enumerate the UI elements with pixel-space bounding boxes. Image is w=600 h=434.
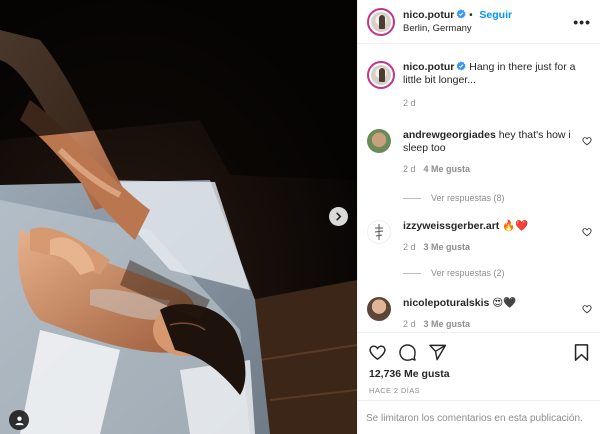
post-date[interactable]: HACE 2 DÍAS (369, 386, 420, 395)
author-avatar[interactable] (367, 7, 395, 36)
view-replies-label: Ver respuestas (2) (431, 268, 505, 278)
caption-time[interactable]: 2 d (403, 97, 592, 110)
follow-button[interactable]: Seguir (479, 9, 512, 21)
bookmark-icon[interactable] (573, 343, 590, 362)
comment-avatar[interactable] (367, 129, 391, 153)
comment-text: 🔥❤️ (502, 220, 529, 232)
comment-time[interactable]: 2 d (403, 319, 416, 329)
verified-badge-icon (456, 8, 466, 18)
likes-count[interactable]: 12,736 Me gusta (369, 368, 450, 380)
comment-icon[interactable] (398, 343, 417, 362)
photo-image (0, 0, 357, 434)
user-tag-icon (14, 415, 24, 425)
post-caption: nico.potur Hang in there just for a litt… (367, 61, 592, 110)
chevron-right-icon (336, 212, 342, 221)
heart-icon[interactable] (582, 136, 592, 146)
view-replies-button[interactable]: Ver respuestas (2) (403, 268, 505, 278)
comment-username[interactable]: izzyweissgerber.art (403, 220, 499, 232)
caption-username[interactable]: nico.potur (403, 61, 454, 73)
comment-item: andrewgeorgiades hey that's how i sleep … (367, 129, 592, 176)
comment-likes[interactable]: 3 Me gusta (424, 319, 471, 329)
share-icon[interactable] (428, 343, 447, 362)
comment-username[interactable]: andrewgeorgiades (403, 129, 496, 141)
post-location[interactable]: Berlin, Germany (403, 22, 512, 35)
separator-dot: • (469, 9, 473, 21)
next-photo-button[interactable] (329, 207, 348, 226)
post-sidebar: nico.potur • Seguir Berlin, Germany ••• … (357, 0, 600, 434)
comment-likes[interactable]: 4 Me gusta (424, 164, 471, 174)
comment-username[interactable]: nicolepoturalskis (403, 297, 489, 309)
comment-avatar[interactable] (367, 297, 391, 321)
more-options-icon[interactable]: ••• (573, 14, 591, 30)
view-replies-button[interactable]: Ver respuestas (8) (403, 193, 505, 203)
verified-badge-icon (456, 61, 466, 71)
author-username[interactable]: nico.potur (403, 9, 454, 21)
post-header: nico.potur • Seguir Berlin, Germany ••• (358, 0, 600, 44)
comment-item: izzyweissgerber.art 🔥❤️ 2 d 3 Me gusta (367, 220, 592, 254)
post-actions: 12,736 Me gusta HACE 2 DÍAS Se limitaron… (358, 332, 600, 434)
heart-icon[interactable] (368, 343, 387, 362)
post-modal: nico.potur • Seguir Berlin, Germany ••• … (0, 0, 600, 434)
comments-limited-notice: Se limitaron los comentarios en esta pub… (358, 400, 600, 434)
comment-item: nicolepoturalskis 😍🖤 2 d 3 Me gusta (367, 297, 592, 331)
post-photo[interactable] (0, 0, 357, 434)
caption-avatar[interactable] (367, 61, 395, 89)
heart-icon[interactable] (582, 227, 592, 237)
tagged-users-button[interactable] (9, 410, 29, 430)
comment-time[interactable]: 2 d (403, 242, 416, 252)
comment-likes[interactable]: 3 Me gusta (424, 242, 471, 252)
comment-text: 😍🖤 (492, 297, 517, 309)
heart-icon[interactable] (582, 304, 592, 314)
comment-avatar[interactable] (367, 220, 391, 244)
view-replies-label: Ver respuestas (8) (431, 193, 505, 203)
comment-time[interactable]: 2 d (403, 164, 416, 174)
